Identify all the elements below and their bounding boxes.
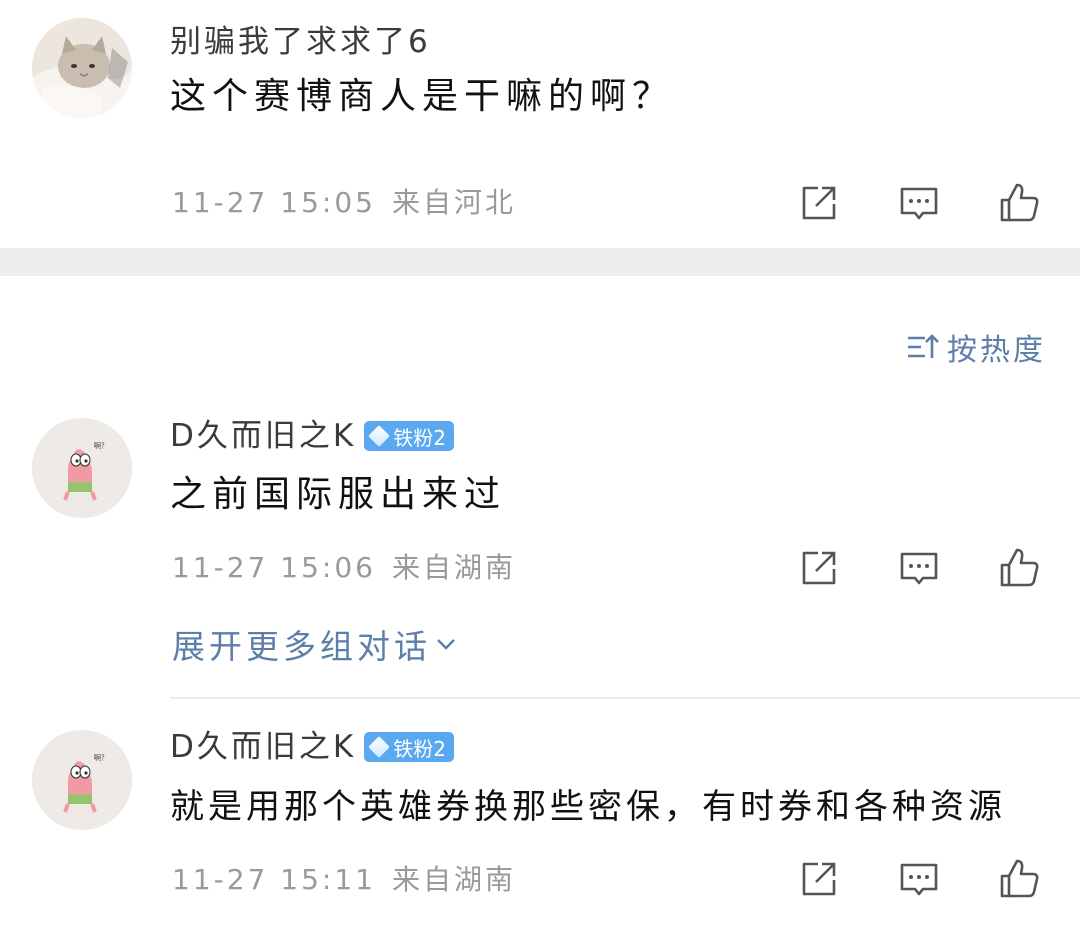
- share-icon: [802, 186, 836, 220]
- avatar[interactable]: 啊？: [32, 730, 132, 830]
- fan-badge[interactable]: 铁粉2: [364, 421, 454, 451]
- avatar-speech: 啊？: [94, 754, 108, 762]
- share-icon: [802, 551, 836, 585]
- comment-actions: [790, 856, 1050, 904]
- comment-actions: [790, 180, 1050, 228]
- user-line: D久而旧之K 铁粉2: [170, 727, 454, 767]
- expand-label: 展开更多组对话: [172, 627, 431, 666]
- sort-icon: [908, 334, 939, 358]
- badge-label: 铁粉2: [393, 736, 446, 761]
- comment-icon: [900, 863, 938, 896]
- avatar-speech: 啊？: [94, 442, 108, 450]
- comment-meta: 11-27 15:05 来自河北: [172, 185, 516, 221]
- reply-button[interactable]: [896, 545, 942, 591]
- diamond-icon: [368, 736, 391, 758]
- like-icon: [1000, 859, 1039, 898]
- like-button[interactable]: [996, 545, 1042, 591]
- like-icon: [1000, 183, 1039, 222]
- patrick-avatar-icon: 啊？: [32, 418, 132, 518]
- avatar[interactable]: [32, 18, 132, 118]
- expand-more-replies-link[interactable]: 展开更多组对话: [172, 620, 459, 668]
- diamond-icon: [368, 425, 391, 447]
- comment-text: 之前国际服出来过: [170, 474, 507, 515]
- comment-icon: [900, 552, 938, 585]
- chevron-down-icon: [437, 639, 455, 650]
- share-button[interactable]: [796, 180, 842, 226]
- user-line: D久而旧之K 铁粉2: [170, 416, 454, 456]
- comment-divider: [170, 697, 1080, 699]
- like-button[interactable]: [996, 856, 1042, 902]
- comment-text: 这个赛博商人是干嘛的啊？: [170, 76, 675, 117]
- comment-page: 别骗我了求求了6 这个赛博商人是干嘛的啊？ 11-27 15:05 来自河北 按…: [0, 0, 1080, 927]
- location: 来自湖南: [391, 551, 516, 584]
- share-button[interactable]: [796, 545, 842, 591]
- comment-actions: [790, 545, 1050, 593]
- sort-label: 按热度: [947, 333, 1046, 368]
- comment-meta: 11-27 15:06 来自湖南: [172, 550, 516, 586]
- sort-by-hot-button[interactable]: 按热度: [905, 325, 1046, 369]
- like-icon: [1000, 548, 1039, 587]
- username[interactable]: D久而旧之K: [170, 416, 356, 456]
- location: 来自河北: [391, 186, 516, 219]
- comment-icon: [900, 187, 938, 220]
- share-button[interactable]: [796, 856, 842, 902]
- cat-avatar-icon: [32, 18, 132, 118]
- username[interactable]: 别骗我了求求了6: [170, 22, 431, 62]
- badge-label: 铁粉2: [393, 425, 446, 450]
- fan-badge[interactable]: 铁粉2: [364, 732, 454, 762]
- avatar[interactable]: 啊？: [32, 418, 132, 518]
- comment-meta: 11-27 15:11 来自湖南: [172, 862, 516, 898]
- username[interactable]: D久而旧之K: [170, 727, 356, 767]
- timestamp: 11-27 15:06: [172, 551, 376, 584]
- section-divider: [0, 248, 1080, 276]
- location: 来自湖南: [391, 863, 516, 896]
- like-button[interactable]: [996, 180, 1042, 226]
- reply-button[interactable]: [896, 856, 942, 902]
- timestamp: 11-27 15:05: [172, 186, 376, 219]
- patrick-avatar-icon: 啊？: [32, 730, 132, 830]
- reply-button[interactable]: [896, 180, 942, 226]
- timestamp: 11-27 15:11: [172, 863, 376, 896]
- comment-text: 就是用那个英雄券换那些密保，有时券和各种资源: [170, 787, 1006, 827]
- share-icon: [802, 862, 836, 896]
